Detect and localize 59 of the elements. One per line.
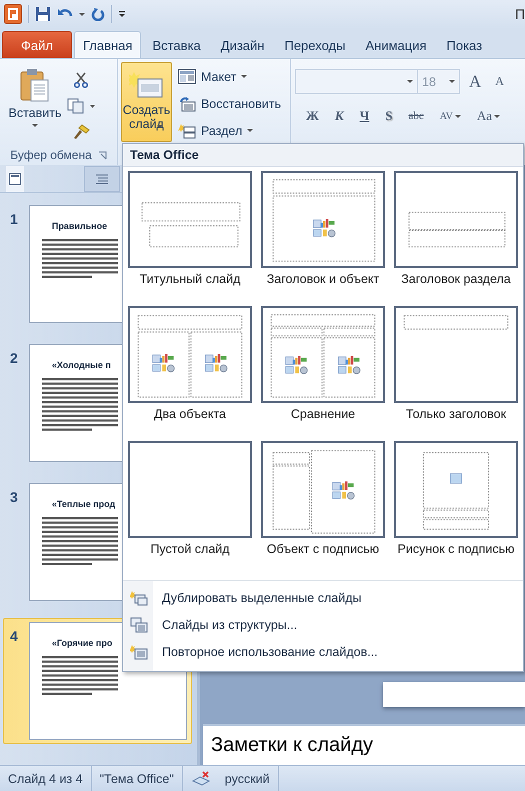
app-logo-icon[interactable] [4, 4, 22, 24]
layout-option[interactable]: Объект с подписью [261, 441, 385, 556]
section-icon [178, 122, 196, 138]
ribbon-command[interactable]: Восстановить [178, 93, 281, 114]
format-button[interactable]: Ж [301, 108, 324, 124]
copy-icon[interactable] [67, 96, 95, 116]
slide-number: 3 [10, 488, 19, 507]
dialog-launcher-icon[interactable] [98, 150, 107, 160]
font-name-field[interactable] [295, 69, 418, 94]
format-button[interactable]: Aa [472, 108, 506, 124]
menu-header: Тема Office [123, 144, 523, 167]
layout-option[interactable]: Только заголовок [394, 306, 518, 421]
slides-outline-icon [130, 616, 148, 632]
ribbon-tab[interactable]: Анимация [356, 31, 436, 58]
format-button[interactable]: S [380, 108, 398, 124]
language-label[interactable]: русский [224, 772, 270, 786]
layout-option[interactable]: Сравнение [261, 306, 385, 421]
clipboard-icon [20, 68, 50, 102]
ribbon-tab[interactable]: Переходы [275, 31, 354, 58]
slide-title: «Горячие про [52, 638, 114, 648]
paste-button[interactable]: Вставить [3, 62, 67, 142]
file-tab[interactable]: Файл [2, 31, 72, 58]
format-button[interactable]: К [330, 108, 349, 124]
slide-title: «Теплые прод [52, 499, 116, 509]
ribbon-command[interactable]: Макет [178, 66, 281, 87]
slide-counter: Слайд 4 из 4 [0, 766, 92, 791]
group-label: Буфер обмена [10, 148, 92, 162]
ribbon-tab[interactable]: Показ [438, 31, 492, 58]
shrink-font-button[interactable]: A [490, 74, 509, 89]
slide-number: 2 [10, 349, 19, 368]
outline-tab[interactable] [84, 166, 120, 192]
slide-title: Правильное [52, 221, 108, 231]
slide-icon [9, 172, 21, 184]
format-button[interactable]: AV [434, 110, 466, 122]
slides-tab[interactable] [6, 166, 24, 192]
ribbon-tab[interactable]: Дизайн [212, 31, 274, 58]
window-title: П [514, 6, 525, 22]
layout-icon [178, 69, 196, 84]
notes-field[interactable]: Заметки к слайду [203, 724, 525, 765]
reset-layout-icon [178, 96, 196, 112]
slide-number: 4 [10, 627, 19, 646]
outline-icon [95, 174, 109, 184]
layout-option[interactable]: Заголовок раздела [394, 171, 518, 286]
format-button[interactable]: abc [403, 110, 429, 122]
ribbon-tab[interactable]: Главная [74, 31, 142, 58]
new-slide-icon [129, 71, 164, 99]
ribbon-command[interactable]: Раздел [178, 120, 281, 141]
reuse-slides-icon [130, 644, 148, 660]
duplicate-slides-icon [130, 590, 148, 606]
save-icon[interactable] [35, 4, 51, 24]
slide-number: 1 [10, 210, 19, 229]
theme-name[interactable]: "Тема Office" [92, 766, 183, 791]
grow-font-button[interactable]: A [464, 72, 486, 92]
new-slide-button[interactable]: Создать слайд [121, 62, 172, 142]
format-button[interactable]: Ч [354, 108, 374, 124]
ribbon-tab[interactable]: Вставка [143, 31, 210, 58]
slide-title: «Холодные п [52, 360, 112, 370]
layout-option[interactable]: Рисунок с подписью [394, 441, 518, 556]
layout-option[interactable]: Заголовок и объект [261, 171, 385, 286]
